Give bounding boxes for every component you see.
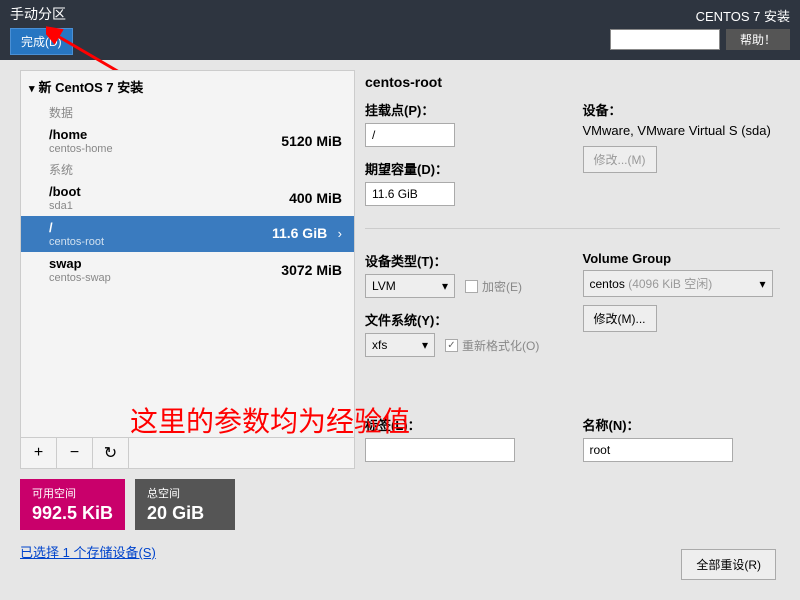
vg-label: Volume Group: [583, 251, 781, 266]
partition-size: 5120 MiB: [281, 133, 342, 149]
section-data: 数据: [21, 102, 354, 123]
free-space-value: 992.5 KiB: [32, 503, 113, 524]
name-label: 名称(N)：: [583, 415, 781, 434]
chevron-down-icon: ▾: [442, 279, 448, 293]
partition-name: swap: [49, 256, 111, 271]
page-title: 手动分区: [10, 4, 73, 24]
modify-device-button[interactable]: 修改...(M): [583, 146, 657, 173]
install-title: CENTOS 7 安装: [610, 6, 790, 25]
filesystem-select[interactable]: xfs ▾: [365, 333, 435, 357]
device-type-select[interactable]: LVM ▾: [365, 274, 455, 298]
partition-size: 400 MiB: [289, 190, 342, 206]
encrypt-label: 加密(E): [482, 278, 522, 295]
chevron-right-icon: ›: [338, 226, 342, 241]
keyboard-layout-select[interactable]: ⌨ cn: [610, 29, 720, 50]
tag-input[interactable]: [365, 438, 515, 462]
lang-value: cn: [628, 33, 641, 47]
partition-tree: 新 CentOS 7 安装 数据 /home centos-home 5120 …: [20, 70, 355, 438]
reformat-checkbox[interactable]: [445, 339, 458, 352]
tree-header[interactable]: 新 CentOS 7 安装: [21, 71, 354, 102]
partition-row-root[interactable]: / centos-root 11.6 GiB ›: [21, 216, 354, 252]
reformat-checkbox-row[interactable]: 重新格式化(O): [445, 337, 539, 354]
partition-size: 11.6 GiB: [272, 225, 327, 241]
select-value: LVM: [372, 279, 396, 293]
encrypt-checkbox[interactable]: [465, 280, 478, 293]
free-space-label: 可用空间: [32, 485, 113, 501]
partition-name: /boot: [49, 184, 81, 199]
partition-name: /: [49, 220, 104, 235]
remove-partition-button[interactable]: −: [57, 438, 93, 468]
chevron-down-icon: ▾: [759, 277, 765, 291]
partition-sub: centos-home: [49, 143, 113, 155]
detail-title: centos-root: [365, 74, 780, 90]
vg-free: (4096 KiB 空闲): [628, 277, 712, 291]
vg-value: centos: [590, 277, 625, 291]
add-partition-button[interactable]: +: [21, 438, 57, 468]
total-space-box: 总空间 20 GiB: [135, 479, 235, 530]
capacity-input[interactable]: [365, 182, 455, 206]
partition-sub: centos-root: [49, 236, 104, 248]
partition-row-boot[interactable]: /boot sda1 400 MiB: [21, 180, 354, 216]
tag-label: 标签(L)：: [365, 415, 563, 434]
device-text: VMware, VMware Virtual S (sda): [583, 123, 781, 138]
chevron-down-icon: ▾: [422, 338, 428, 352]
device-label: 设备：: [583, 100, 781, 119]
total-space-label: 总空间: [147, 485, 223, 501]
reload-button[interactable]: ↻: [93, 438, 129, 468]
keyboard-icon: ⌨: [617, 33, 624, 46]
reformat-label: 重新格式化(O): [462, 337, 539, 354]
divider: [365, 228, 780, 229]
reset-all-button[interactable]: 全部重设(R): [681, 549, 776, 580]
name-input[interactable]: [583, 438, 733, 462]
help-button[interactable]: 帮助！: [726, 29, 790, 50]
partition-name: /home: [49, 127, 113, 142]
mount-input[interactable]: [365, 123, 455, 147]
partition-row-swap[interactable]: swap centos-swap 3072 MiB: [21, 252, 354, 288]
total-space-value: 20 GiB: [147, 503, 223, 524]
partition-size: 3072 MiB: [281, 262, 342, 278]
encrypt-checkbox-row[interactable]: 加密(E): [465, 278, 522, 295]
type-label: 设备类型(T)：: [365, 251, 563, 270]
free-space-box: 可用空间 992.5 KiB: [20, 479, 125, 530]
done-button[interactable]: 完成(D): [10, 28, 73, 55]
select-value: xfs: [372, 338, 387, 352]
partition-sub: sda1: [49, 200, 81, 212]
section-system: 系统: [21, 159, 354, 180]
mount-label: 挂载点(P)：: [365, 100, 563, 119]
modify-vg-button[interactable]: 修改(M)...: [583, 305, 657, 332]
partition-row-home[interactable]: /home centos-home 5120 MiB: [21, 123, 354, 159]
partition-sub: centos-swap: [49, 272, 111, 284]
fs-label: 文件系统(Y)：: [365, 310, 563, 329]
capacity-label: 期望容量(D)：: [365, 159, 563, 178]
volume-group-select[interactable]: centos (4096 KiB 空闲) ▾: [583, 270, 773, 297]
storage-devices-link[interactable]: 已选择 1 个存储设备(S): [20, 542, 156, 561]
